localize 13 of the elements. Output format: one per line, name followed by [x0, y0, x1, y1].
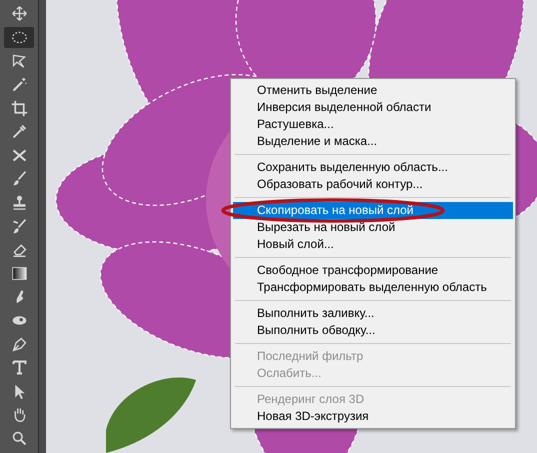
- menu-item[interactable]: Выполнить обводку...: [233, 322, 513, 339]
- menu-item[interactable]: Свободное трансформирование: [233, 262, 513, 279]
- menu-item[interactable]: Новый слой...: [233, 236, 513, 253]
- menu-item[interactable]: Выделение и маска...: [233, 133, 513, 150]
- menu-item[interactable]: Растушевка...: [233, 116, 513, 133]
- menu-item[interactable]: Сохранить выделенную область...: [233, 159, 513, 176]
- menu-item[interactable]: Инверсия выделенной области: [233, 99, 513, 116]
- menu-item[interactable]: Новая 3D-экструзия: [233, 408, 513, 425]
- menu-item[interactable]: Трансформировать выделенную область: [233, 279, 513, 296]
- menu-item[interactable]: Отменить выделение: [233, 82, 513, 99]
- menu-item[interactable]: Вырезать на новый слой: [233, 219, 513, 236]
- menu-item[interactable]: Выполнить заливку...: [233, 305, 513, 322]
- menu-item[interactable]: Образовать рабочий контур...: [233, 176, 513, 193]
